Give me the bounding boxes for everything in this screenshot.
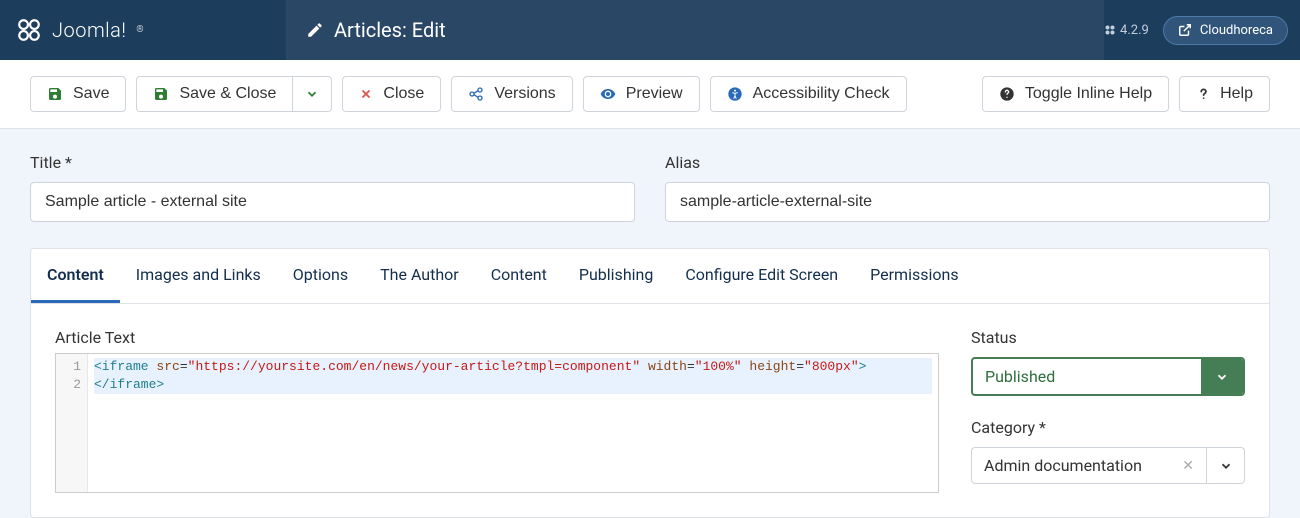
eye-icon bbox=[600, 86, 616, 102]
versions-label: Versions bbox=[494, 85, 555, 103]
line-gutter: 1 2 bbox=[56, 354, 88, 492]
tab-bar: ContentImages and LinksOptionsThe Author… bbox=[31, 249, 1269, 304]
toggle-help-label: Toggle Inline Help bbox=[1025, 85, 1152, 103]
help-label: Help bbox=[1220, 85, 1253, 103]
brand-area[interactable]: Joomla!® bbox=[0, 0, 286, 60]
alias-input[interactable] bbox=[665, 182, 1270, 222]
chevron-down-icon bbox=[1215, 370, 1229, 384]
tabs-container: ContentImages and LinksOptionsThe Author… bbox=[30, 248, 1270, 518]
tab-images-and-links[interactable]: Images and Links bbox=[120, 249, 277, 303]
line-number: 1 bbox=[62, 358, 81, 376]
category-label: Category * bbox=[971, 418, 1245, 437]
tab-publishing[interactable]: Publishing bbox=[563, 249, 669, 303]
form-area: Title * Alias ContentImages and LinksOpt… bbox=[0, 129, 1300, 518]
category-value: Admin documentation bbox=[984, 456, 1142, 475]
line-number: 2 bbox=[62, 376, 81, 394]
code-line[interactable]: </iframe> bbox=[94, 376, 932, 394]
title-input[interactable] bbox=[30, 182, 635, 222]
preview-label: Preview bbox=[626, 85, 683, 103]
save-icon bbox=[47, 86, 63, 102]
close-icon bbox=[359, 87, 373, 101]
tab-content[interactable]: Content bbox=[31, 249, 120, 303]
accessibility-button[interactable]: Accessibility Check bbox=[710, 76, 907, 112]
tab-content[interactable]: Content bbox=[475, 249, 563, 303]
status-select[interactable]: Published bbox=[971, 357, 1245, 396]
brand-text: Joomla! bbox=[52, 18, 126, 42]
close-button[interactable]: Close bbox=[342, 76, 441, 112]
save-icon bbox=[153, 86, 169, 102]
external-link-icon bbox=[1178, 23, 1192, 37]
clear-icon[interactable]: ✕ bbox=[1182, 458, 1194, 474]
toggle-help-button[interactable]: Toggle Inline Help bbox=[982, 76, 1169, 112]
pencil-icon bbox=[306, 21, 324, 39]
versions-button[interactable]: Versions bbox=[451, 76, 572, 112]
status-label: Status bbox=[971, 328, 1245, 347]
category-caret[interactable] bbox=[1206, 448, 1244, 483]
save-close-group: Save & Close bbox=[136, 76, 332, 112]
version-badge[interactable]: 4.2.9 bbox=[1104, 23, 1149, 38]
site-link-button[interactable]: Cloudhoreca bbox=[1163, 16, 1288, 45]
tab-the-author[interactable]: The Author bbox=[364, 249, 475, 303]
save-close-button[interactable]: Save & Close bbox=[136, 76, 293, 112]
save-dropdown-button[interactable] bbox=[293, 76, 332, 112]
top-bar: Joomla!® Articles: Edit 4.2.9 Cloudhorec… bbox=[0, 0, 1300, 60]
question-icon bbox=[1196, 86, 1210, 102]
question-circle-icon bbox=[999, 86, 1015, 102]
editor-label: Article Text bbox=[55, 328, 939, 347]
code-editor[interactable]: 1 2 <iframe src="https://yoursite.com/en… bbox=[55, 353, 939, 493]
help-button[interactable]: Help bbox=[1179, 76, 1270, 112]
close-label: Close bbox=[383, 85, 424, 103]
accessibility-icon bbox=[727, 86, 743, 102]
version-text: 4.2.9 bbox=[1120, 23, 1149, 38]
title-label: Title * bbox=[30, 153, 635, 172]
save-close-label: Save & Close bbox=[179, 85, 276, 103]
save-button[interactable]: Save bbox=[30, 76, 126, 112]
chevron-down-icon bbox=[1219, 459, 1233, 473]
versions-icon bbox=[468, 86, 484, 102]
joomla-logo-icon bbox=[16, 17, 42, 43]
code-line[interactable]: <iframe src="https://yoursite.com/en/new… bbox=[94, 358, 932, 376]
accessibility-label: Accessibility Check bbox=[753, 85, 890, 103]
tab-permissions[interactable]: Permissions bbox=[854, 249, 974, 303]
alias-label: Alias bbox=[665, 153, 1270, 172]
page-title-area: Articles: Edit bbox=[286, 0, 1104, 60]
tab-configure-edit-screen[interactable]: Configure Edit Screen bbox=[669, 249, 854, 303]
site-name: Cloudhoreca bbox=[1200, 23, 1273, 38]
save-label: Save bbox=[73, 85, 109, 103]
code-body[interactable]: <iframe src="https://yoursite.com/en/new… bbox=[88, 354, 938, 492]
preview-button[interactable]: Preview bbox=[583, 76, 700, 112]
tab-options[interactable]: Options bbox=[277, 249, 364, 303]
page-title: Articles: Edit bbox=[334, 18, 446, 42]
status-value: Published bbox=[973, 359, 1201, 394]
status-caret[interactable] bbox=[1201, 359, 1243, 394]
chevron-down-icon bbox=[305, 87, 319, 101]
joomla-small-icon bbox=[1104, 24, 1116, 36]
category-select[interactable]: Admin documentation ✕ bbox=[971, 447, 1245, 484]
action-toolbar: Save Save & Close Close Versions Preview… bbox=[0, 60, 1300, 129]
